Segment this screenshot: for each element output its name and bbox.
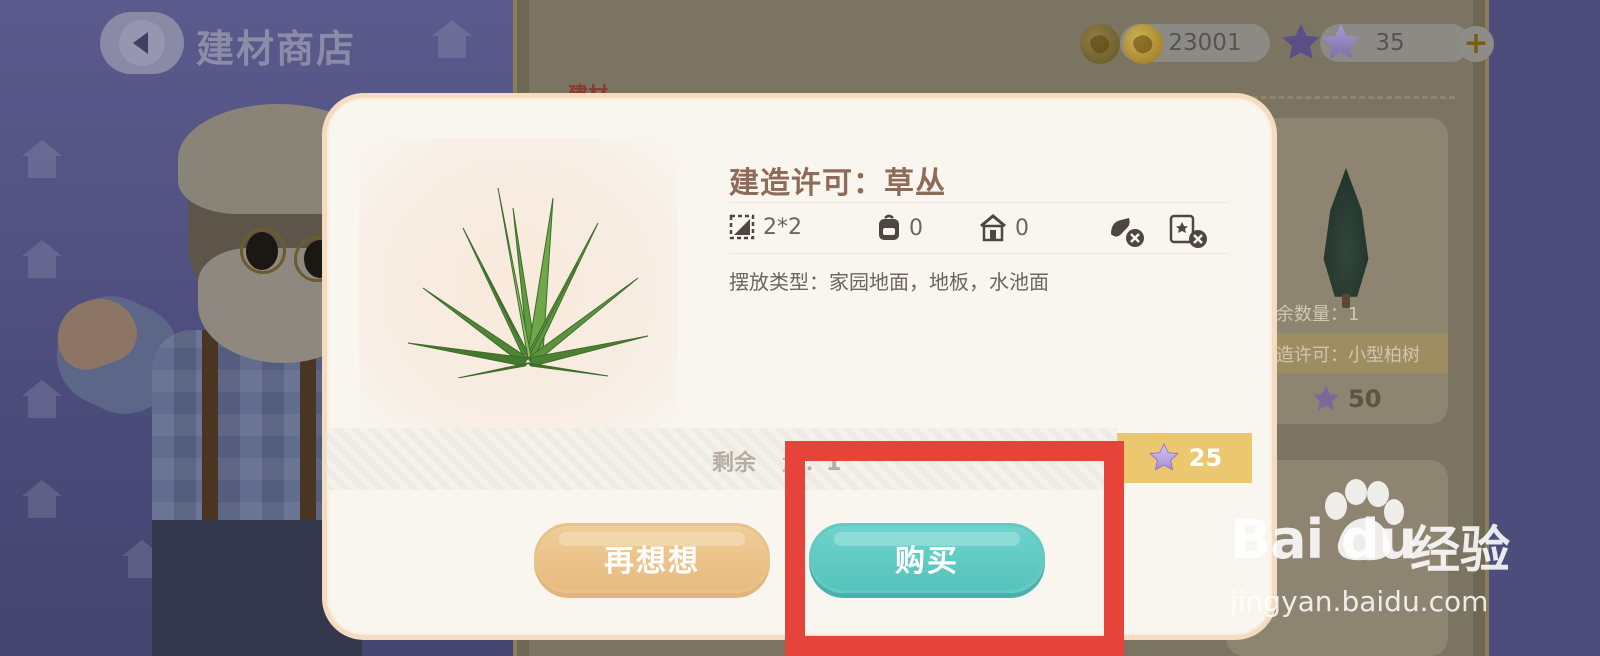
- shop-card-remaining: 余数量：1: [1276, 304, 1360, 325]
- placement-type: 摆放类型：家园地面，地板，水池面: [729, 270, 1049, 294]
- not-giftable-stat: [1169, 214, 1217, 250]
- star-icon: [1149, 442, 1179, 471]
- back-button[interactable]: [100, 12, 184, 74]
- background-house-icon: [20, 240, 64, 280]
- character-strap-left: [202, 330, 218, 520]
- backpack-icon: [879, 214, 899, 240]
- house-stat: 0: [979, 214, 1029, 242]
- stock-remaining-label: 剩余: [712, 451, 757, 476]
- grass-plant-icon: [407, 187, 649, 378]
- watermark-url: jingyan.baidu.com: [1230, 585, 1489, 618]
- background-house-icon: [20, 480, 64, 520]
- shop-card-price: 50: [1310, 383, 1381, 415]
- size-stat: 2*2: [729, 214, 802, 240]
- item-stats: 2*2 0 0: [729, 202, 1229, 254]
- background-house-icon: [20, 140, 64, 180]
- shop-card-price-value: 50: [1348, 385, 1382, 413]
- highlight-box: [785, 441, 1124, 653]
- item-preview: [359, 138, 677, 438]
- no-trade-icon: [1111, 218, 1144, 247]
- star-icon: [1313, 385, 1339, 411]
- price-value: 25: [1188, 444, 1223, 472]
- house-icon: [980, 214, 1006, 242]
- back-arrow-icon: [119, 20, 165, 66]
- rethink-button[interactable]: 再想想: [534, 523, 770, 593]
- watermark-cn: 经验: [1410, 521, 1510, 579]
- bag-count: 0: [909, 215, 923, 241]
- size-value: 2*2: [763, 214, 802, 240]
- highlight-box-bottom: [785, 636, 1124, 656]
- character-glasses-left: [240, 228, 286, 274]
- coin-amount: 23001: [1168, 30, 1242, 56]
- shop-card-name: 造许可：小型柏树: [1276, 345, 1420, 366]
- star-amount: 35: [1375, 30, 1405, 56]
- no-gift-icon: [1169, 214, 1207, 248]
- price-tag: 25: [1117, 433, 1252, 483]
- rethink-button-label: 再想想: [604, 544, 700, 579]
- not-sellable-stat: [1107, 214, 1157, 248]
- dark-coin-icon: [1080, 24, 1120, 64]
- house-count: 0: [1015, 215, 1029, 241]
- baidu-watermark: Bai du 经验 jingyan.baidu.com: [1230, 478, 1590, 618]
- add-currency-button[interactable]: +: [1458, 26, 1494, 62]
- shop-title: 建材商店: [196, 27, 357, 71]
- watermark-brand: Bai du: [1230, 508, 1417, 571]
- star-icon: [1322, 23, 1360, 59]
- background-house-icon: [430, 20, 474, 60]
- item-title: 建造许可：草丛: [729, 166, 946, 201]
- coin-icon: [1123, 24, 1163, 64]
- background-house-icon: [20, 380, 64, 420]
- size-icon: [729, 214, 755, 240]
- bag-stat: 0: [877, 214, 923, 242]
